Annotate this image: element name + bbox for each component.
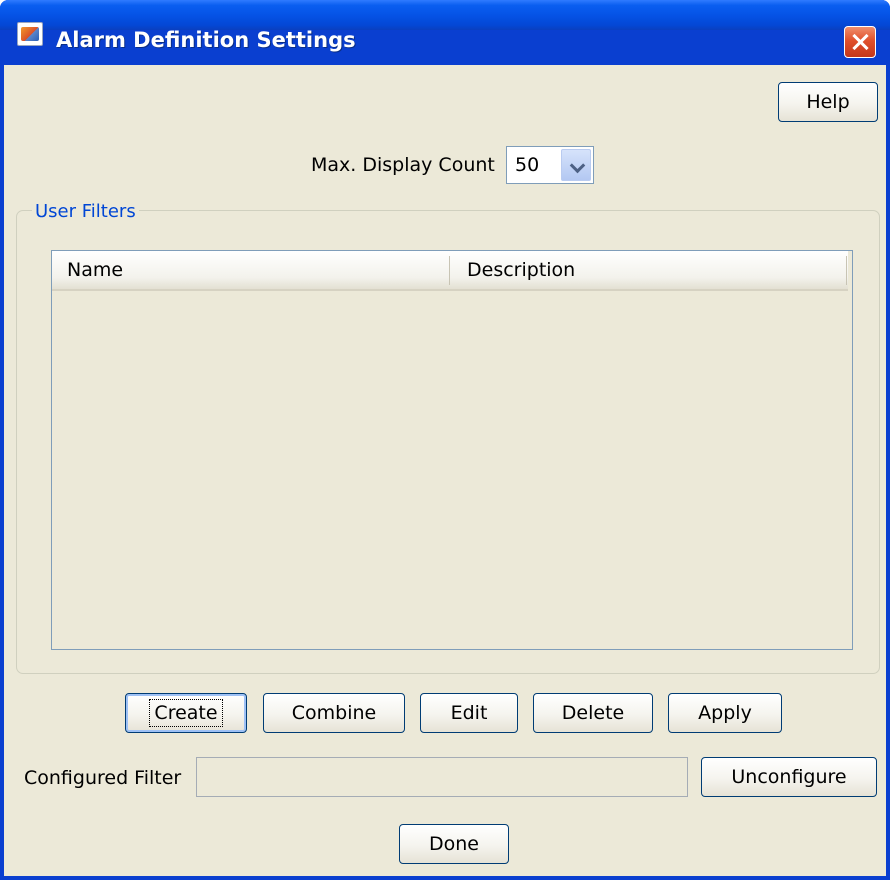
column-separator[interactable] bbox=[449, 256, 450, 285]
chevron-down-icon[interactable] bbox=[561, 149, 591, 181]
max-display-count-label: Max. Display Count bbox=[311, 154, 495, 176]
window-title: Alarm Definition Settings bbox=[56, 28, 356, 52]
unconfigure-button-label: Unconfigure bbox=[731, 766, 847, 788]
delete-button-label: Delete bbox=[561, 702, 625, 724]
configured-filter-label: Configured Filter bbox=[24, 767, 182, 789]
done-button-label: Done bbox=[429, 833, 479, 855]
combine-button-label: Combine bbox=[291, 702, 377, 724]
apply-button-label: Apply bbox=[698, 702, 752, 724]
table-header: Name Description bbox=[52, 251, 848, 291]
user-filters-legend: User Filters bbox=[32, 201, 139, 222]
user-filters-table[interactable]: Name Description bbox=[51, 250, 853, 650]
column-header-description[interactable]: Description bbox=[467, 259, 575, 281]
column-separator[interactable] bbox=[846, 256, 847, 285]
configured-filter-field bbox=[196, 757, 688, 797]
apply-button[interactable]: Apply bbox=[668, 693, 782, 733]
edit-button[interactable]: Edit bbox=[420, 693, 518, 733]
help-button[interactable]: Help bbox=[778, 82, 878, 122]
create-button[interactable]: Create bbox=[125, 693, 247, 733]
max-display-count-value: 50 bbox=[515, 154, 540, 176]
java-app-icon bbox=[17, 22, 43, 46]
max-display-count-select[interactable]: 50 bbox=[506, 146, 594, 184]
delete-button[interactable]: Delete bbox=[533, 693, 653, 733]
column-header-name[interactable]: Name bbox=[67, 259, 123, 281]
edit-button-label: Edit bbox=[450, 702, 488, 724]
create-button-label: Create bbox=[149, 699, 223, 727]
close-icon[interactable] bbox=[844, 26, 876, 58]
combine-button[interactable]: Combine bbox=[263, 693, 405, 733]
help-button-label: Help bbox=[806, 91, 850, 113]
done-button[interactable]: Done bbox=[399, 824, 509, 864]
unconfigure-button[interactable]: Unconfigure bbox=[701, 757, 877, 797]
title-bar[interactable] bbox=[0, 0, 890, 30]
